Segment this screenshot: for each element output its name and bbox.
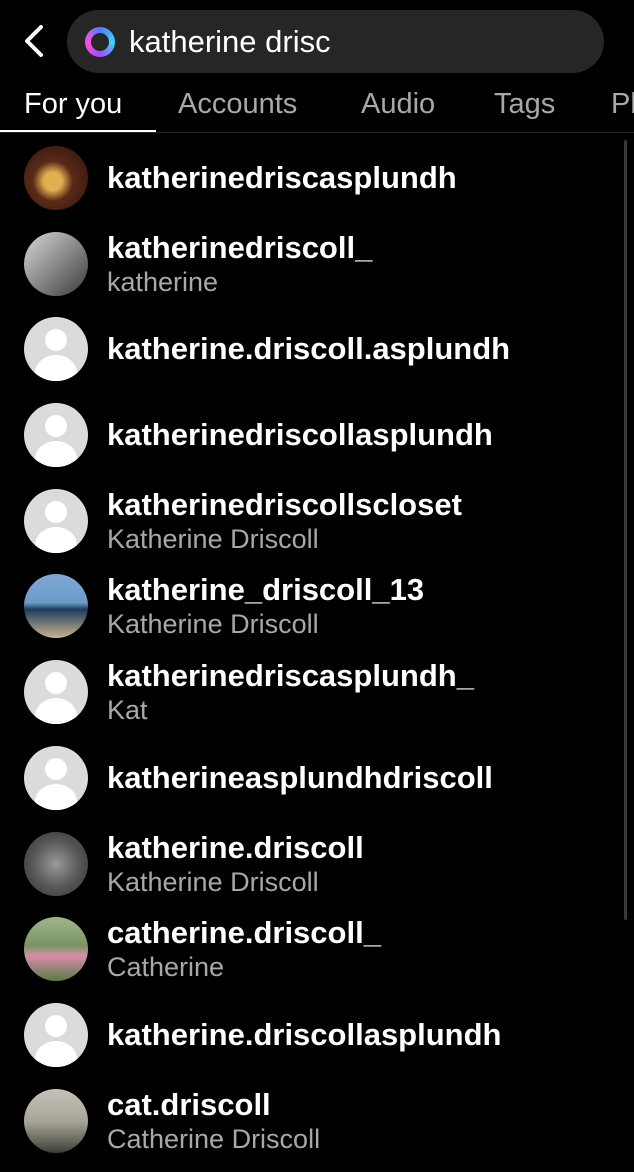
username: katherine.driscoll.asplundh xyxy=(107,331,511,367)
search-tabs: For you Accounts Audio Tags Pl xyxy=(0,84,634,136)
avatar xyxy=(24,574,88,639)
username: cat.driscoll xyxy=(107,1086,271,1122)
list-item[interactable]: katherine.driscoll Katherine Driscoll xyxy=(0,822,634,908)
list-item[interactable]: katherine.driscollasplundh xyxy=(0,993,634,1079)
full-name: Katherine Driscoll xyxy=(107,523,319,554)
search-bar[interactable]: katherine drisc xyxy=(67,10,604,73)
username: katherinedriscasplundh_ xyxy=(107,658,474,694)
username: katherinedriscasplundh xyxy=(107,160,457,195)
avatar xyxy=(24,917,88,982)
full-name: Catherine xyxy=(107,952,225,983)
default-avatar-icon xyxy=(24,403,88,468)
tab-tags[interactable]: Tags xyxy=(494,84,555,132)
username: katherinedriscollscloset xyxy=(107,486,462,522)
username: katherine_driscoll_13 xyxy=(107,572,425,608)
list-item[interactable]: katherinedriscasplundh_ Kat xyxy=(0,650,634,736)
list-item[interactable]: catherine.driscoll_ Catherine xyxy=(0,907,634,993)
avatar xyxy=(24,831,88,896)
default-avatar-icon xyxy=(24,488,88,553)
list-item[interactable]: katherine_driscoll_13 Katherine Driscoll xyxy=(0,564,634,650)
full-name: Katherine Driscoll xyxy=(107,609,319,640)
full-name: Kat xyxy=(107,695,148,726)
username: katherinedriscollasplundh xyxy=(107,417,493,453)
list-item[interactable]: katherinedriscollscloset Katherine Drisc… xyxy=(0,479,634,565)
list-item[interactable]: katherinedriscasplundh xyxy=(0,136,634,222)
back-button[interactable] xyxy=(14,20,54,62)
search-input[interactable]: katherine drisc xyxy=(129,24,569,60)
full-name: katherine xyxy=(107,266,219,297)
list-item[interactable]: cat.driscoll Catherine Driscoll xyxy=(0,1079,634,1165)
tabs-divider xyxy=(0,132,634,133)
username: katherinedriscoll_ xyxy=(107,229,373,265)
default-avatar-icon xyxy=(24,660,88,725)
username: katherine.driscollasplundh xyxy=(107,1016,502,1052)
username: catherine.driscoll_ xyxy=(107,915,381,951)
default-avatar-icon xyxy=(24,745,88,810)
avatar xyxy=(24,1088,88,1153)
default-avatar-icon xyxy=(24,317,88,382)
meta-ai-ring-icon xyxy=(85,26,115,57)
username: katherine.driscoll xyxy=(107,829,364,865)
tab-accounts[interactable]: Accounts xyxy=(178,84,297,132)
results-list: katherinedriscasplundh katherinedriscoll… xyxy=(0,136,634,1164)
list-item[interactable]: katherineasplundhdriscoll xyxy=(0,736,634,822)
avatar xyxy=(24,146,88,210)
full-name: Katherine Driscoll xyxy=(107,866,319,897)
list-item[interactable]: katherine.driscoll.asplundh xyxy=(0,307,634,393)
default-avatar-icon xyxy=(24,1002,88,1067)
search-header: katherine drisc xyxy=(0,0,634,84)
tab-audio[interactable]: Audio xyxy=(361,84,435,132)
list-item[interactable]: katherinedriscoll_ katherine xyxy=(0,222,634,308)
username: katherineasplundhdriscoll xyxy=(107,759,493,795)
list-item[interactable]: katherinedriscollasplundh xyxy=(0,393,634,479)
full-name: Catherine Driscoll xyxy=(107,1123,321,1154)
avatar xyxy=(24,231,88,296)
tab-for-you[interactable]: For you xyxy=(24,84,122,132)
chevron-left-icon xyxy=(25,25,43,57)
search-results-screen: katherine drisc For you Accounts Audio T… xyxy=(0,0,634,1172)
tab-places[interactable]: Pl xyxy=(611,84,634,132)
